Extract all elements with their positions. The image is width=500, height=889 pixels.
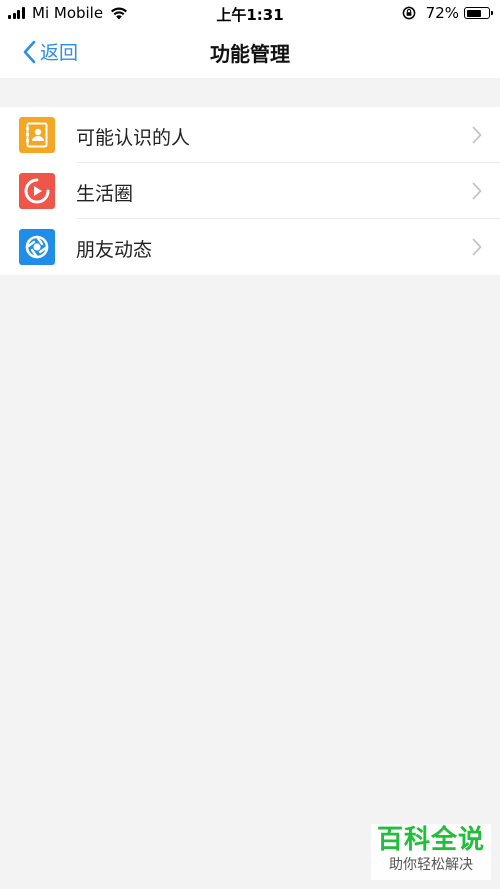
chevron-right-icon	[472, 126, 482, 144]
list-item-label: 生活圈	[76, 183, 134, 205]
battery-fill	[466, 9, 481, 17]
watermark-title: 百科全说	[376, 825, 485, 855]
list-item-life-circle[interactable]: 生活圈	[0, 163, 500, 219]
rotation-lock-icon	[402, 6, 416, 20]
battery-percent: 72%	[425, 4, 459, 22]
chevron-right-icon	[472, 182, 482, 200]
contact-card-icon	[19, 117, 55, 153]
list-item-people-you-may-know[interactable]: 可能认识的人	[0, 107, 500, 163]
watermark-logo: 百科全说 助你轻松解决	[371, 824, 491, 880]
list-item-friend-updates[interactable]: 朋友动态	[0, 219, 500, 275]
status-bar-right: 72%	[402, 4, 493, 22]
feature-list: 可能认识的人 生活圈 朋友动态	[0, 107, 500, 275]
page-title: 功能管理	[210, 42, 290, 66]
list-item-label: 朋友动态	[76, 239, 153, 261]
list-item-label: 可能认识的人	[76, 127, 191, 149]
status-bar: Mi Mobile 上午1:31 72%	[0, 0, 500, 26]
play-circle-icon	[19, 173, 55, 209]
chevron-right-icon	[472, 238, 482, 256]
battery-icon	[464, 7, 493, 19]
aperture-icon	[19, 229, 55, 265]
nav-bar: 返回 功能管理	[0, 26, 500, 78]
watermark-subtitle: 助你轻松解决	[389, 857, 473, 873]
